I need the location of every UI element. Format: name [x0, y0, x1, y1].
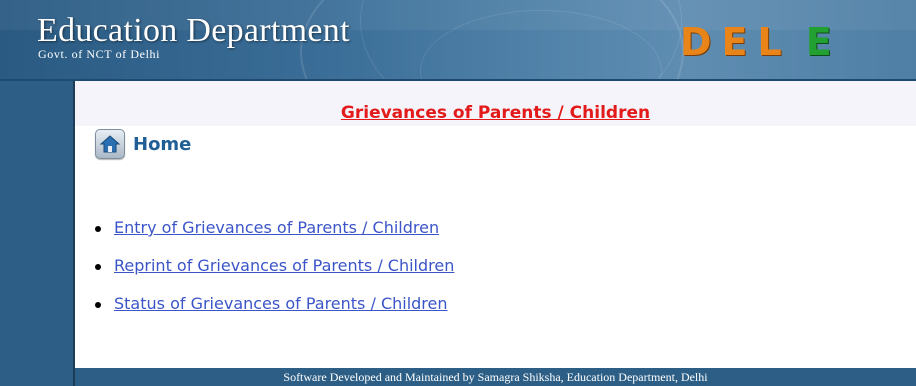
sidebar-border: [73, 81, 75, 386]
left-sidebar: [0, 81, 73, 386]
logo-text-e: E: [805, 20, 842, 64]
home-icon[interactable]: [95, 129, 125, 159]
bullet-icon: [95, 226, 101, 232]
status-grievance-link[interactable]: Status of Grievances of Parents / Childr…: [114, 294, 448, 313]
home-link[interactable]: Home: [95, 129, 191, 159]
site-subtitle: Govt. of NCT of Delhi: [38, 47, 161, 61]
home-label[interactable]: Home: [133, 134, 191, 155]
footer: Software Developed and Maintained by Sam…: [75, 368, 916, 386]
page-title: Grievances of Parents / Children: [340, 103, 651, 123]
site-title: Education Department: [37, 12, 350, 49]
entry-grievance-link[interactable]: Entry of Grievances of Parents / Childre…: [114, 218, 439, 237]
header-banner: Education Department Govt. of NCT of Del…: [0, 0, 916, 79]
bullet-icon: [95, 264, 101, 270]
reprint-grievance-link[interactable]: Reprint of Grievances of Parents / Child…: [114, 256, 454, 275]
logo-text-del: DEL: [680, 20, 792, 64]
bullet-icon: [95, 302, 101, 308]
dele-logo: DEL E: [680, 22, 842, 62]
